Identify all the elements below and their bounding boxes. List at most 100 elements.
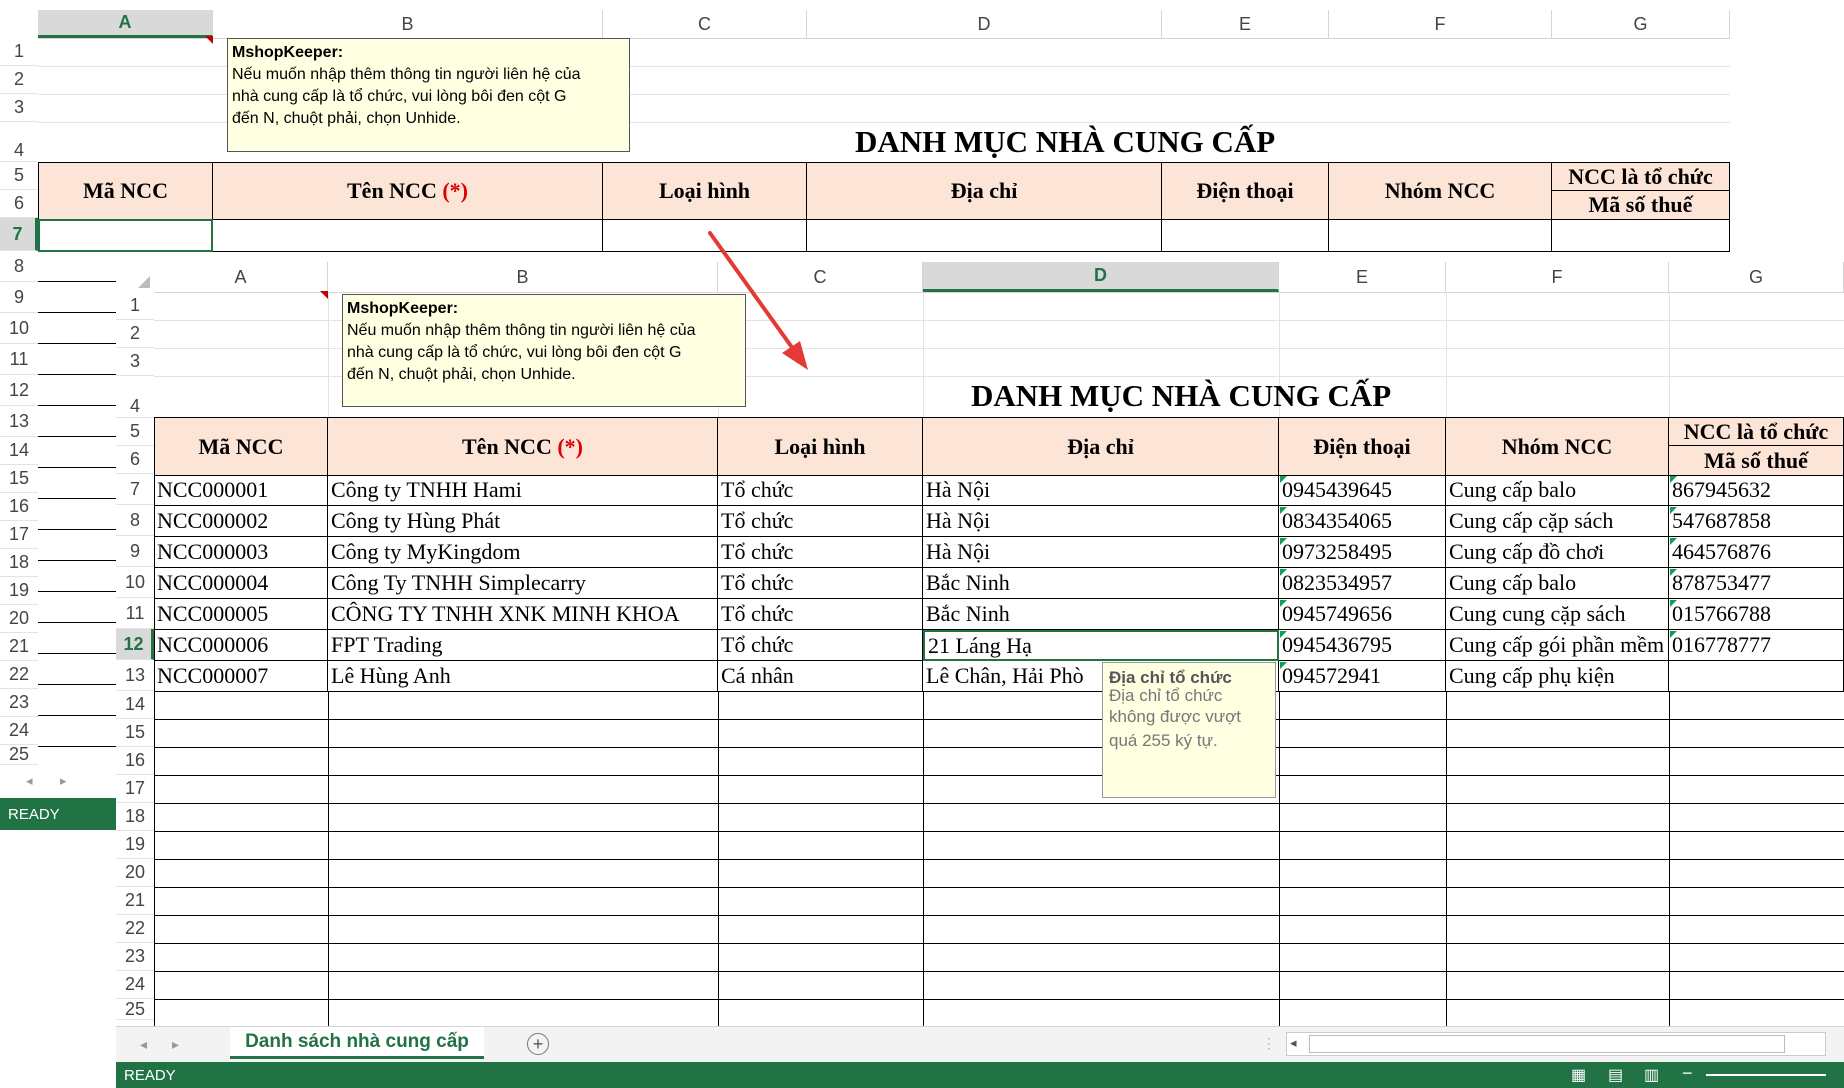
cell-ten-ncc[interactable]: Lê Hùng Anh (328, 661, 718, 692)
back-row-3[interactable]: 3 (0, 94, 38, 122)
front-col-b[interactable]: B (328, 262, 718, 292)
front-row-12[interactable]: 12 (116, 629, 154, 660)
back-col-f[interactable]: F (1329, 10, 1552, 38)
front-row-18[interactable]: 18 (116, 803, 154, 831)
front-row-21[interactable]: 21 (116, 887, 154, 915)
back-row-19[interactable]: 19 (0, 577, 38, 605)
tab-splitter-icon[interactable]: ⋮ (1262, 1035, 1276, 1052)
sheet-tab-active[interactable]: Danh sách nhà cung cấp (230, 1027, 484, 1059)
back-row-13[interactable]: 13 (0, 406, 38, 437)
cell-ten-ncc[interactable]: CÔNG TY TNHH XNK MINH KHOA (328, 599, 718, 630)
cell-ma-ncc[interactable]: NCC000007 (154, 661, 328, 692)
front-row-17[interactable]: 17 (116, 775, 154, 803)
back-col-c[interactable]: C (603, 10, 807, 38)
cell-ma-ncc[interactable]: NCC000001 (154, 475, 328, 506)
cell-ma-so-thue[interactable]: 547687858 (1669, 506, 1844, 537)
front-row-23[interactable]: 23 (116, 943, 154, 971)
back-row-17[interactable]: 17 (0, 521, 38, 549)
back-row-21[interactable]: 21 (0, 633, 38, 661)
cell-ma-so-thue[interactable]: 878753477 (1669, 568, 1844, 599)
back-row-23[interactable]: 23 (0, 689, 38, 717)
cell-dia-chi[interactable]: Hà Nội (923, 475, 1279, 506)
back-row-18[interactable]: 18 (0, 549, 38, 577)
cell-ma-so-thue[interactable]: 016778777 (1669, 630, 1844, 661)
front-col-a[interactable]: A (154, 262, 328, 292)
front-col-d[interactable]: D (923, 262, 1279, 292)
back-col-b[interactable]: B (213, 10, 603, 38)
back-row-9[interactable]: 9 (0, 282, 38, 313)
cell-nhom-ncc[interactable]: Cung cấp balo (1446, 568, 1669, 599)
scrollbar-left-arrow-icon[interactable]: ◂ (1290, 1035, 1297, 1051)
front-row-11[interactable]: 11 (116, 598, 154, 629)
cell-ma-ncc[interactable]: NCC000006 (154, 630, 328, 661)
cell-nhom-ncc[interactable]: Cung cấp cặp sách (1446, 506, 1669, 537)
back-col-e[interactable]: E (1162, 10, 1329, 38)
cell-dia-chi-selected[interactable]: 21 Láng Hạ (923, 630, 1279, 661)
back-col-a[interactable]: A (38, 10, 213, 38)
front-col-f[interactable]: F (1446, 262, 1669, 292)
front-row-1[interactable]: 1 (116, 292, 154, 320)
cell-ten-ncc[interactable]: FPT Trading (328, 630, 718, 661)
cell-ma-so-thue[interactable]: 867945632 (1669, 475, 1844, 506)
back-cell[interactable] (807, 219, 1162, 252)
back-row-16[interactable]: 16 (0, 493, 38, 521)
back-row-11[interactable]: 11 (0, 344, 38, 375)
back-col-g[interactable]: G (1552, 10, 1730, 38)
back-row-2[interactable]: 2 (0, 66, 38, 94)
cell-nhom-ncc[interactable]: Cung cấp đồ chơi (1446, 537, 1669, 568)
back-cell[interactable] (213, 219, 603, 252)
back-row-8[interactable]: 8 (0, 251, 38, 282)
scroll-right-icon[interactable]: ▸ (60, 773, 67, 789)
front-row-20[interactable]: 20 (116, 859, 154, 887)
back-row-15[interactable]: 15 (0, 465, 38, 493)
cell-ma-ncc[interactable]: NCC000004 (154, 568, 328, 599)
back-cell[interactable] (1329, 219, 1552, 252)
tab-scroll-right-icon[interactable]: ▸ (172, 1036, 179, 1053)
front-row-13[interactable]: 13 (116, 660, 154, 691)
cell-ma-so-thue[interactable]: 464576876 (1669, 537, 1844, 568)
zoom-out-icon[interactable]: − (1682, 1063, 1693, 1084)
back-row-24[interactable]: 24 (0, 717, 38, 745)
cell-dia-chi[interactable]: Hà Nội (923, 506, 1279, 537)
back-col-d[interactable]: D (807, 10, 1162, 38)
normal-view-icon[interactable]: ▦ (1571, 1065, 1586, 1085)
cell-loai-hinh[interactable]: Tổ chức (718, 537, 923, 568)
cell-ma-so-thue[interactable]: 015766788 (1669, 599, 1844, 630)
tab-scroll-left-icon[interactable]: ◂ (140, 1036, 147, 1053)
cell-nhom-ncc[interactable]: Cung cấp gói phần mềm (1446, 630, 1669, 661)
back-row-14[interactable]: 14 (0, 437, 38, 465)
back-row-20[interactable]: 20 (0, 605, 38, 633)
empty-rows-grid[interactable] (154, 692, 1844, 1028)
add-sheet-button[interactable]: + (527, 1033, 549, 1055)
front-row-2[interactable]: 2 (116, 320, 154, 348)
scrollbar-thumb[interactable] (1309, 1035, 1785, 1053)
cell-loai-hinh[interactable]: Tổ chức (718, 475, 923, 506)
front-col-e[interactable]: E (1279, 262, 1446, 292)
front-col-g[interactable]: G (1669, 262, 1844, 292)
cell-ten-ncc[interactable]: Công ty MyKingdom (328, 537, 718, 568)
cell-ma-so-thue[interactable] (1669, 661, 1844, 692)
cell-loai-hinh[interactable]: Tổ chức (718, 599, 923, 630)
scroll-left-icon[interactable]: ◂ (26, 773, 33, 789)
back-row-25[interactable]: 25 (0, 745, 38, 765)
cell-ten-ncc[interactable]: Công ty TNHH Hami (328, 475, 718, 506)
cell-dien-thoai[interactable]: 0945749656 (1279, 599, 1446, 630)
front-row-8[interactable]: 8 (116, 505, 154, 536)
cell-nhom-ncc[interactable]: Cung cấp phụ kiện (1446, 661, 1669, 692)
front-row-22[interactable]: 22 (116, 915, 154, 943)
horizontal-scrollbar[interactable]: ◂ (1286, 1032, 1826, 1056)
cell-dia-chi[interactable]: Hà Nội (923, 537, 1279, 568)
cell-dia-chi[interactable]: Bắc Ninh (923, 599, 1279, 630)
cell-nhom-ncc[interactable]: Cung cấp balo (1446, 475, 1669, 506)
cell-ma-ncc[interactable]: NCC000003 (154, 537, 328, 568)
front-row-16[interactable]: 16 (116, 747, 154, 775)
back-cell-a7-selected[interactable] (38, 219, 213, 252)
back-row-22[interactable]: 22 (0, 661, 38, 689)
cell-dien-thoai[interactable]: 0973258495 (1279, 537, 1446, 568)
cell-dien-thoai[interactable]: 0823534957 (1279, 568, 1446, 599)
cell-dien-thoai[interactable]: 0945439645 (1279, 475, 1446, 506)
cell-dia-chi[interactable]: Bắc Ninh (923, 568, 1279, 599)
front-row-14[interactable]: 14 (116, 691, 154, 719)
front-row-7[interactable]: 7 (116, 474, 154, 505)
cell-dien-thoai[interactable]: 0945436795 (1279, 630, 1446, 661)
